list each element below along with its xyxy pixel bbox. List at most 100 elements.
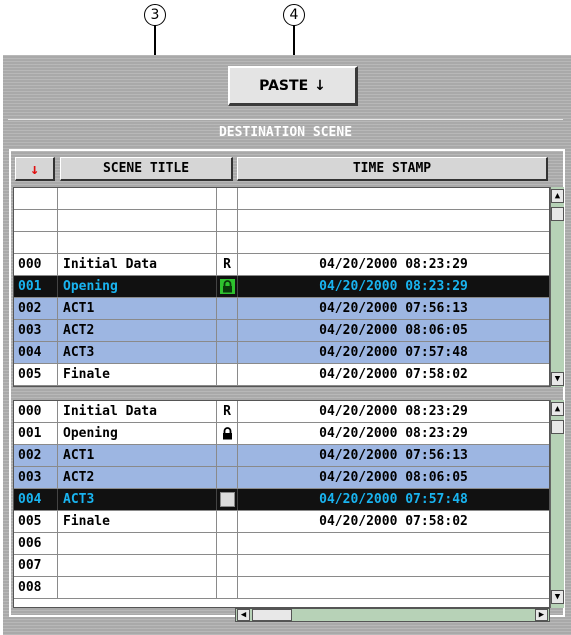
callout-4: 4	[283, 4, 305, 26]
table-row[interactable]	[14, 210, 549, 232]
scroll-right-icon[interactable]: ▶	[535, 609, 548, 621]
table-row[interactable]: 002 ACT1 04/20/2000 07:56:13	[14, 298, 549, 320]
scroll-down-icon[interactable]: ▼	[551, 372, 564, 386]
scene-time-stamp	[238, 555, 549, 576]
scene-number	[14, 232, 58, 253]
scene-flag: R	[217, 254, 238, 275]
scene-flag	[217, 320, 238, 341]
table-row[interactable]: 000 Initial Data R 04/20/2000 08:23:29	[14, 254, 549, 276]
vertical-scrollbar-bottom[interactable]: ▲ ▼	[550, 400, 564, 608]
horizontal-scroll-thumb[interactable]	[252, 609, 292, 621]
scene-list-top: 000 Initial Data R 04/20/2000 08:23:29 001 Op…	[13, 187, 550, 387]
protect-toggle[interactable]	[219, 492, 235, 507]
separator-line	[8, 119, 563, 120]
scene-flag	[217, 298, 238, 319]
scene-number	[14, 188, 58, 209]
table-row[interactable]: 003 ACT2 04/20/2000 08:06:05	[14, 467, 549, 489]
scene-title: Opening	[58, 423, 217, 444]
paste-button[interactable]: PASTE ↓	[228, 66, 358, 106]
horizontal-scrollbar[interactable]: ◀ ▶	[235, 608, 550, 622]
lock-icon	[221, 426, 234, 441]
scene-number: 004	[14, 489, 58, 510]
table-row[interactable]	[14, 188, 549, 210]
scene-flag	[217, 445, 238, 466]
scene-title: Initial Data	[58, 254, 217, 275]
scene-flag	[217, 555, 238, 576]
scroll-up-icon[interactable]: ▲	[551, 189, 564, 203]
table-row[interactable]: 004 ACT3 04/20/2000 07:57:48	[14, 342, 549, 364]
table-row[interactable]: 008	[14, 577, 549, 599]
scene-time-stamp: 04/20/2000 07:56:13	[319, 301, 468, 316]
sort-arrow-icon: ↓	[29, 159, 40, 178]
scene-title: ACT2	[58, 320, 217, 341]
callout-3: 3	[144, 4, 166, 26]
scene-flag	[217, 210, 238, 231]
scene-time-stamp	[238, 188, 549, 209]
scene-flag	[217, 232, 238, 253]
lock-icon[interactable]	[219, 279, 235, 294]
scene-time-stamp: 04/20/2000 08:23:29	[319, 279, 468, 294]
scene-time-stamp: 04/20/2000 08:23:29	[319, 257, 468, 272]
time-stamp-header-label: TIME STAMP	[352, 161, 432, 176]
table-row[interactable]: 005 Finale 04/20/2000 07:58:02	[14, 364, 549, 386]
scene-number: 001	[14, 276, 58, 297]
scene-title	[58, 232, 217, 253]
scene-title: Finale	[58, 364, 217, 385]
table-row[interactable]: 001 Opening 04/20/2000 08:23:29	[14, 276, 549, 298]
scene-time-stamp: 04/20/2000 08:06:05	[319, 470, 468, 485]
scene-title	[58, 210, 217, 231]
scene-time-stamp: 04/20/2000 07:57:48	[319, 345, 468, 360]
scene-title	[58, 577, 217, 598]
scene-title-header-label: SCENE TITLE	[102, 161, 190, 176]
scene-number: 001	[14, 423, 58, 444]
scene-number: 003	[14, 320, 58, 341]
scene-number: 007	[14, 555, 58, 576]
table-row[interactable]	[14, 232, 549, 254]
table-row[interactable]: 003 ACT2 04/20/2000 08:06:05	[14, 320, 549, 342]
scene-flag	[217, 188, 238, 209]
scroll-up-icon[interactable]: ▲	[551, 402, 564, 416]
scene-flag	[217, 533, 238, 554]
scene-number: 003	[14, 467, 58, 488]
down-arrow-icon: ↓	[314, 77, 326, 94]
scene-flag	[217, 423, 238, 444]
sort-button[interactable]: ↓	[15, 157, 55, 181]
scene-title	[58, 188, 217, 209]
scene-number: 002	[14, 445, 58, 466]
scene-flag	[217, 276, 238, 297]
table-row[interactable]: 000 Initial Data R 04/20/2000 08:23:29	[14, 401, 549, 423]
scene-title: ACT3	[58, 489, 217, 510]
scene-flag	[217, 467, 238, 488]
scene-time-stamp: 04/20/2000 07:58:02	[319, 367, 468, 382]
scene-flag	[217, 364, 238, 385]
table-row[interactable]: 001 Opening 04/20/2000 08:23:29	[14, 423, 549, 445]
scroll-thumb-bottom[interactable]	[551, 420, 564, 434]
destination-scene-label: DESTINATION SCENE	[218, 125, 353, 140]
table-row[interactable]: 004 ACT3 04/20/2000 07:57:48	[14, 489, 549, 511]
table-row[interactable]: 005 Finale 04/20/2000 07:58:02	[14, 511, 549, 533]
scene-flag: R	[217, 401, 238, 422]
scene-time-stamp	[238, 577, 549, 598]
time-stamp-header[interactable]: TIME STAMP	[237, 157, 548, 181]
paste-button-label: PASTE	[259, 77, 309, 94]
table-row[interactable]: 006	[14, 533, 549, 555]
vertical-scrollbar-top[interactable]: ▲ ▼	[550, 187, 564, 387]
scene-number: 008	[14, 577, 58, 598]
scene-flag	[217, 511, 238, 532]
scroll-down-icon[interactable]: ▼	[551, 590, 564, 604]
scene-number: 005	[14, 511, 58, 532]
scene-time-stamp	[238, 232, 549, 253]
scene-list-bottom: 000 Initial Data R 04/20/2000 08:23:29 001 Op…	[13, 400, 550, 608]
scene-time-stamp: 04/20/2000 07:58:02	[319, 514, 468, 529]
scene-flag	[217, 342, 238, 363]
scene-number	[14, 210, 58, 231]
scene-time-stamp: 04/20/2000 07:56:13	[319, 448, 468, 463]
scene-title	[58, 533, 217, 554]
scene-title: Opening	[58, 276, 217, 297]
table-row[interactable]: 002 ACT1 04/20/2000 07:56:13	[14, 445, 549, 467]
scroll-thumb-top[interactable]	[551, 207, 564, 221]
table-row[interactable]: 007	[14, 555, 549, 577]
scroll-left-icon[interactable]: ◀	[237, 609, 250, 621]
scene-title-header[interactable]: SCENE TITLE	[60, 157, 233, 181]
scene-number: 000	[14, 401, 58, 422]
